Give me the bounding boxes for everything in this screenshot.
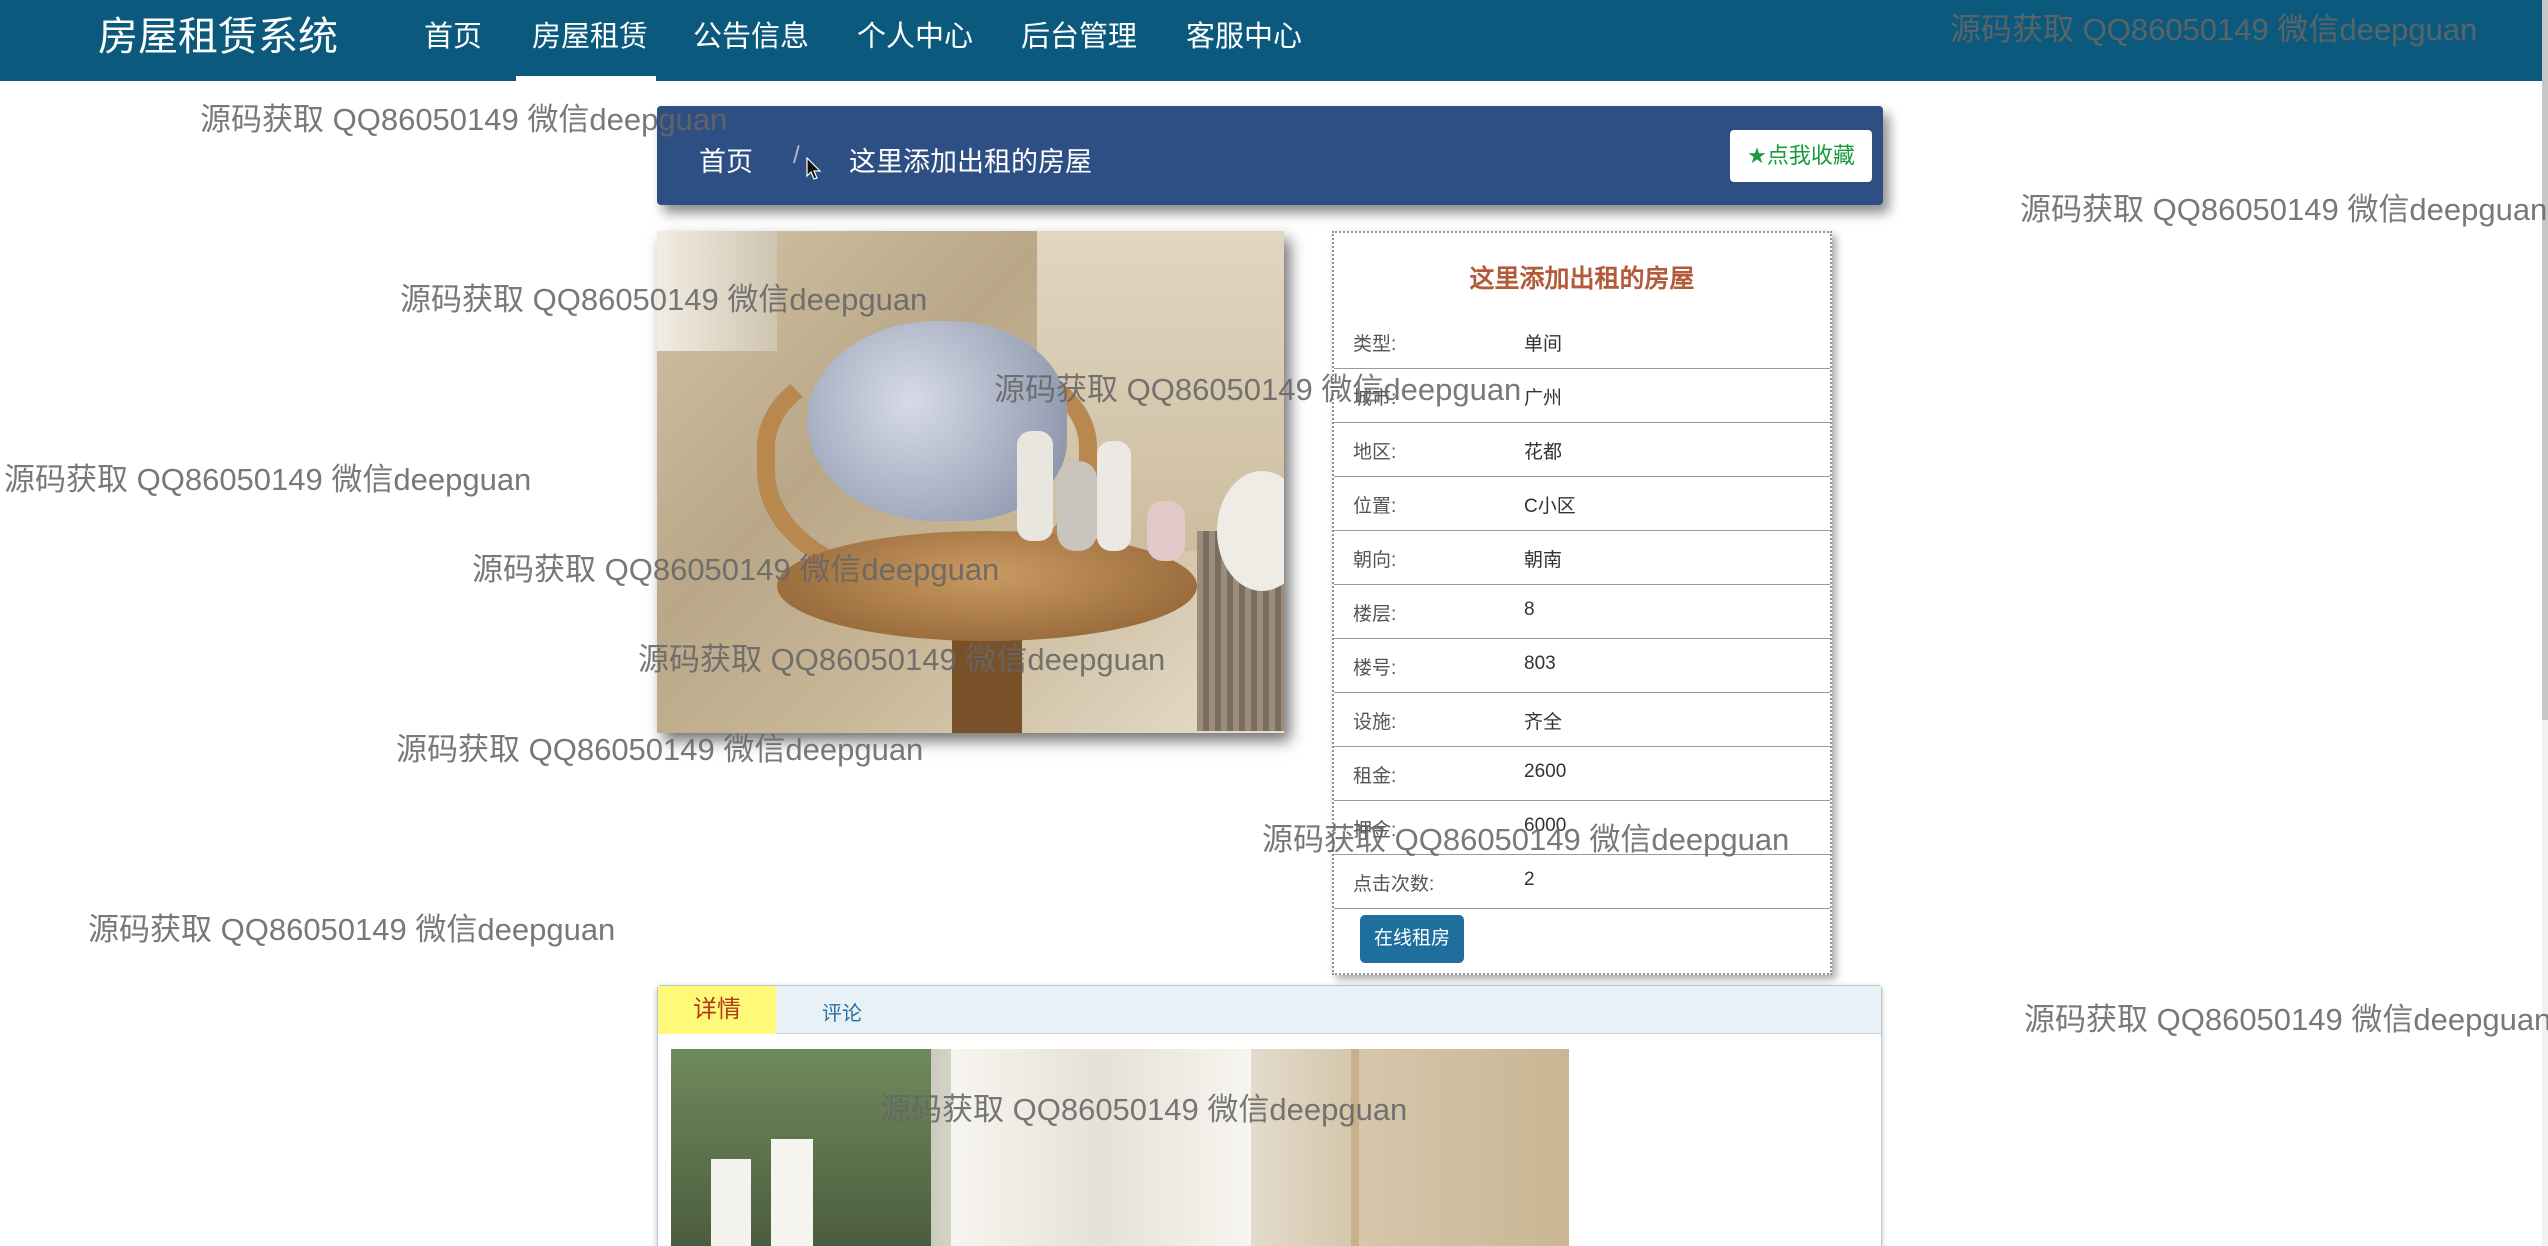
info-value: 花都: [1524, 442, 1563, 463]
watermark-text: 源码获取 QQ86050149 微信deepguan: [396, 732, 924, 767]
breadcrumb-home[interactable]: 首页: [699, 140, 753, 179]
info-label: 租金:: [1353, 766, 1397, 787]
info-label: 位置:: [1353, 496, 1397, 517]
info-label: 点击次数:: [1353, 874, 1435, 895]
info-label: 地区:: [1353, 442, 1397, 463]
info-row-building-number: 楼号: 803: [1334, 639, 1830, 693]
watermark-text: 源码获取 QQ86050149 微信deepguan: [1950, 12, 2478, 47]
info-value: 8: [1524, 599, 1535, 620]
info-value: 朝南: [1524, 550, 1563, 571]
favorite-label: 点我收藏: [1766, 143, 1855, 168]
mouse-cursor-icon: [806, 157, 822, 180]
nav-active-indicator: [516, 76, 656, 81]
tab-detail[interactable]: 详情: [658, 986, 776, 1034]
nav-rental[interactable]: 房屋租赁: [532, 17, 648, 57]
info-value: 803: [1524, 653, 1556, 674]
watermark-text: 源码获取 QQ86050149 微信deepguan: [88, 912, 616, 947]
watermark-text: 源码获取 QQ86050149 微信deepguan: [4, 462, 532, 497]
detail-photo: [671, 1049, 1569, 1246]
info-value: C小区: [1524, 496, 1576, 517]
watermark-text: 源码获取 QQ86050149 微信deepguan: [880, 1092, 1408, 1127]
nav-notices[interactable]: 公告信息: [693, 17, 809, 57]
info-row-facilities: 设施: 齐全: [1334, 693, 1830, 747]
breadcrumb-separator: /: [793, 142, 800, 169]
info-value: 2600: [1524, 761, 1567, 782]
house-info-panel: 这里添加出租的房屋 类型: 单间 城市: 广州 地区: 花都 位置: C小区 朝…: [1332, 231, 1832, 975]
breadcrumb-current: 这里添加出租的房屋: [849, 147, 1092, 177]
breadcrumb: 首页 / 这里添加出租的房屋 ★点我收藏: [657, 106, 1883, 205]
star-icon: ★: [1747, 143, 1767, 168]
info-row-type: 类型: 单间: [1334, 315, 1830, 369]
watermark-text: 源码获取 QQ86050149 微信deepguan: [472, 552, 1000, 587]
info-value: 2: [1524, 869, 1535, 890]
info-value: 广州: [1524, 388, 1563, 409]
scrollbar-thumb[interactable]: [2542, 0, 2548, 720]
info-label: 设施:: [1353, 712, 1397, 733]
watermark-text: 源码获取 QQ86050149 微信deepguan: [400, 282, 928, 317]
info-row-floor: 楼层: 8: [1334, 585, 1830, 639]
info-value: 齐全: [1524, 712, 1563, 733]
watermark-text: 源码获取 QQ86050149 微信deepguan: [2024, 1002, 2548, 1037]
brand-title[interactable]: 房屋租赁系统: [98, 12, 338, 62]
watermark-text: 源码获取 QQ86050149 微信deepguan: [1262, 822, 1790, 857]
nav-customer-service[interactable]: 客服中心: [1186, 17, 1302, 57]
info-row-clicks: 点击次数: 2: [1334, 855, 1830, 909]
info-row-rent: 租金: 2600: [1334, 747, 1830, 801]
info-value: 单间: [1524, 334, 1563, 355]
info-label: 类型:: [1353, 334, 1397, 355]
info-label: 朝向:: [1353, 550, 1397, 571]
favorite-button[interactable]: ★点我收藏: [1730, 130, 1872, 182]
info-row-location: 位置: C小区: [1334, 477, 1830, 531]
info-label: 楼号:: [1353, 658, 1397, 679]
nav-admin[interactable]: 后台管理: [1021, 17, 1137, 57]
watermark-text: 源码获取 QQ86050149 微信deepguan: [2020, 192, 2548, 227]
nav-home[interactable]: 首页: [424, 17, 482, 57]
tab-bar: 详情 评论: [658, 986, 1881, 1034]
nav-personal-center[interactable]: 个人中心: [857, 17, 973, 57]
watermark-text: 源码获取 QQ86050149 微信deepguan: [994, 372, 1522, 407]
info-label: 楼层:: [1353, 604, 1397, 625]
tab-comment[interactable]: 评论: [822, 997, 862, 1026]
info-row-orientation: 朝向: 朝南: [1334, 531, 1830, 585]
watermark-text: 源码获取 QQ86050149 微信deepguan: [200, 102, 728, 137]
info-row-district: 地区: 花都: [1334, 423, 1830, 477]
watermark-text: 源码获取 QQ86050149 微信deepguan: [638, 642, 1166, 677]
rent-online-button[interactable]: 在线租房: [1360, 915, 1464, 963]
house-title: 这里添加出租的房屋: [1469, 265, 1695, 293]
